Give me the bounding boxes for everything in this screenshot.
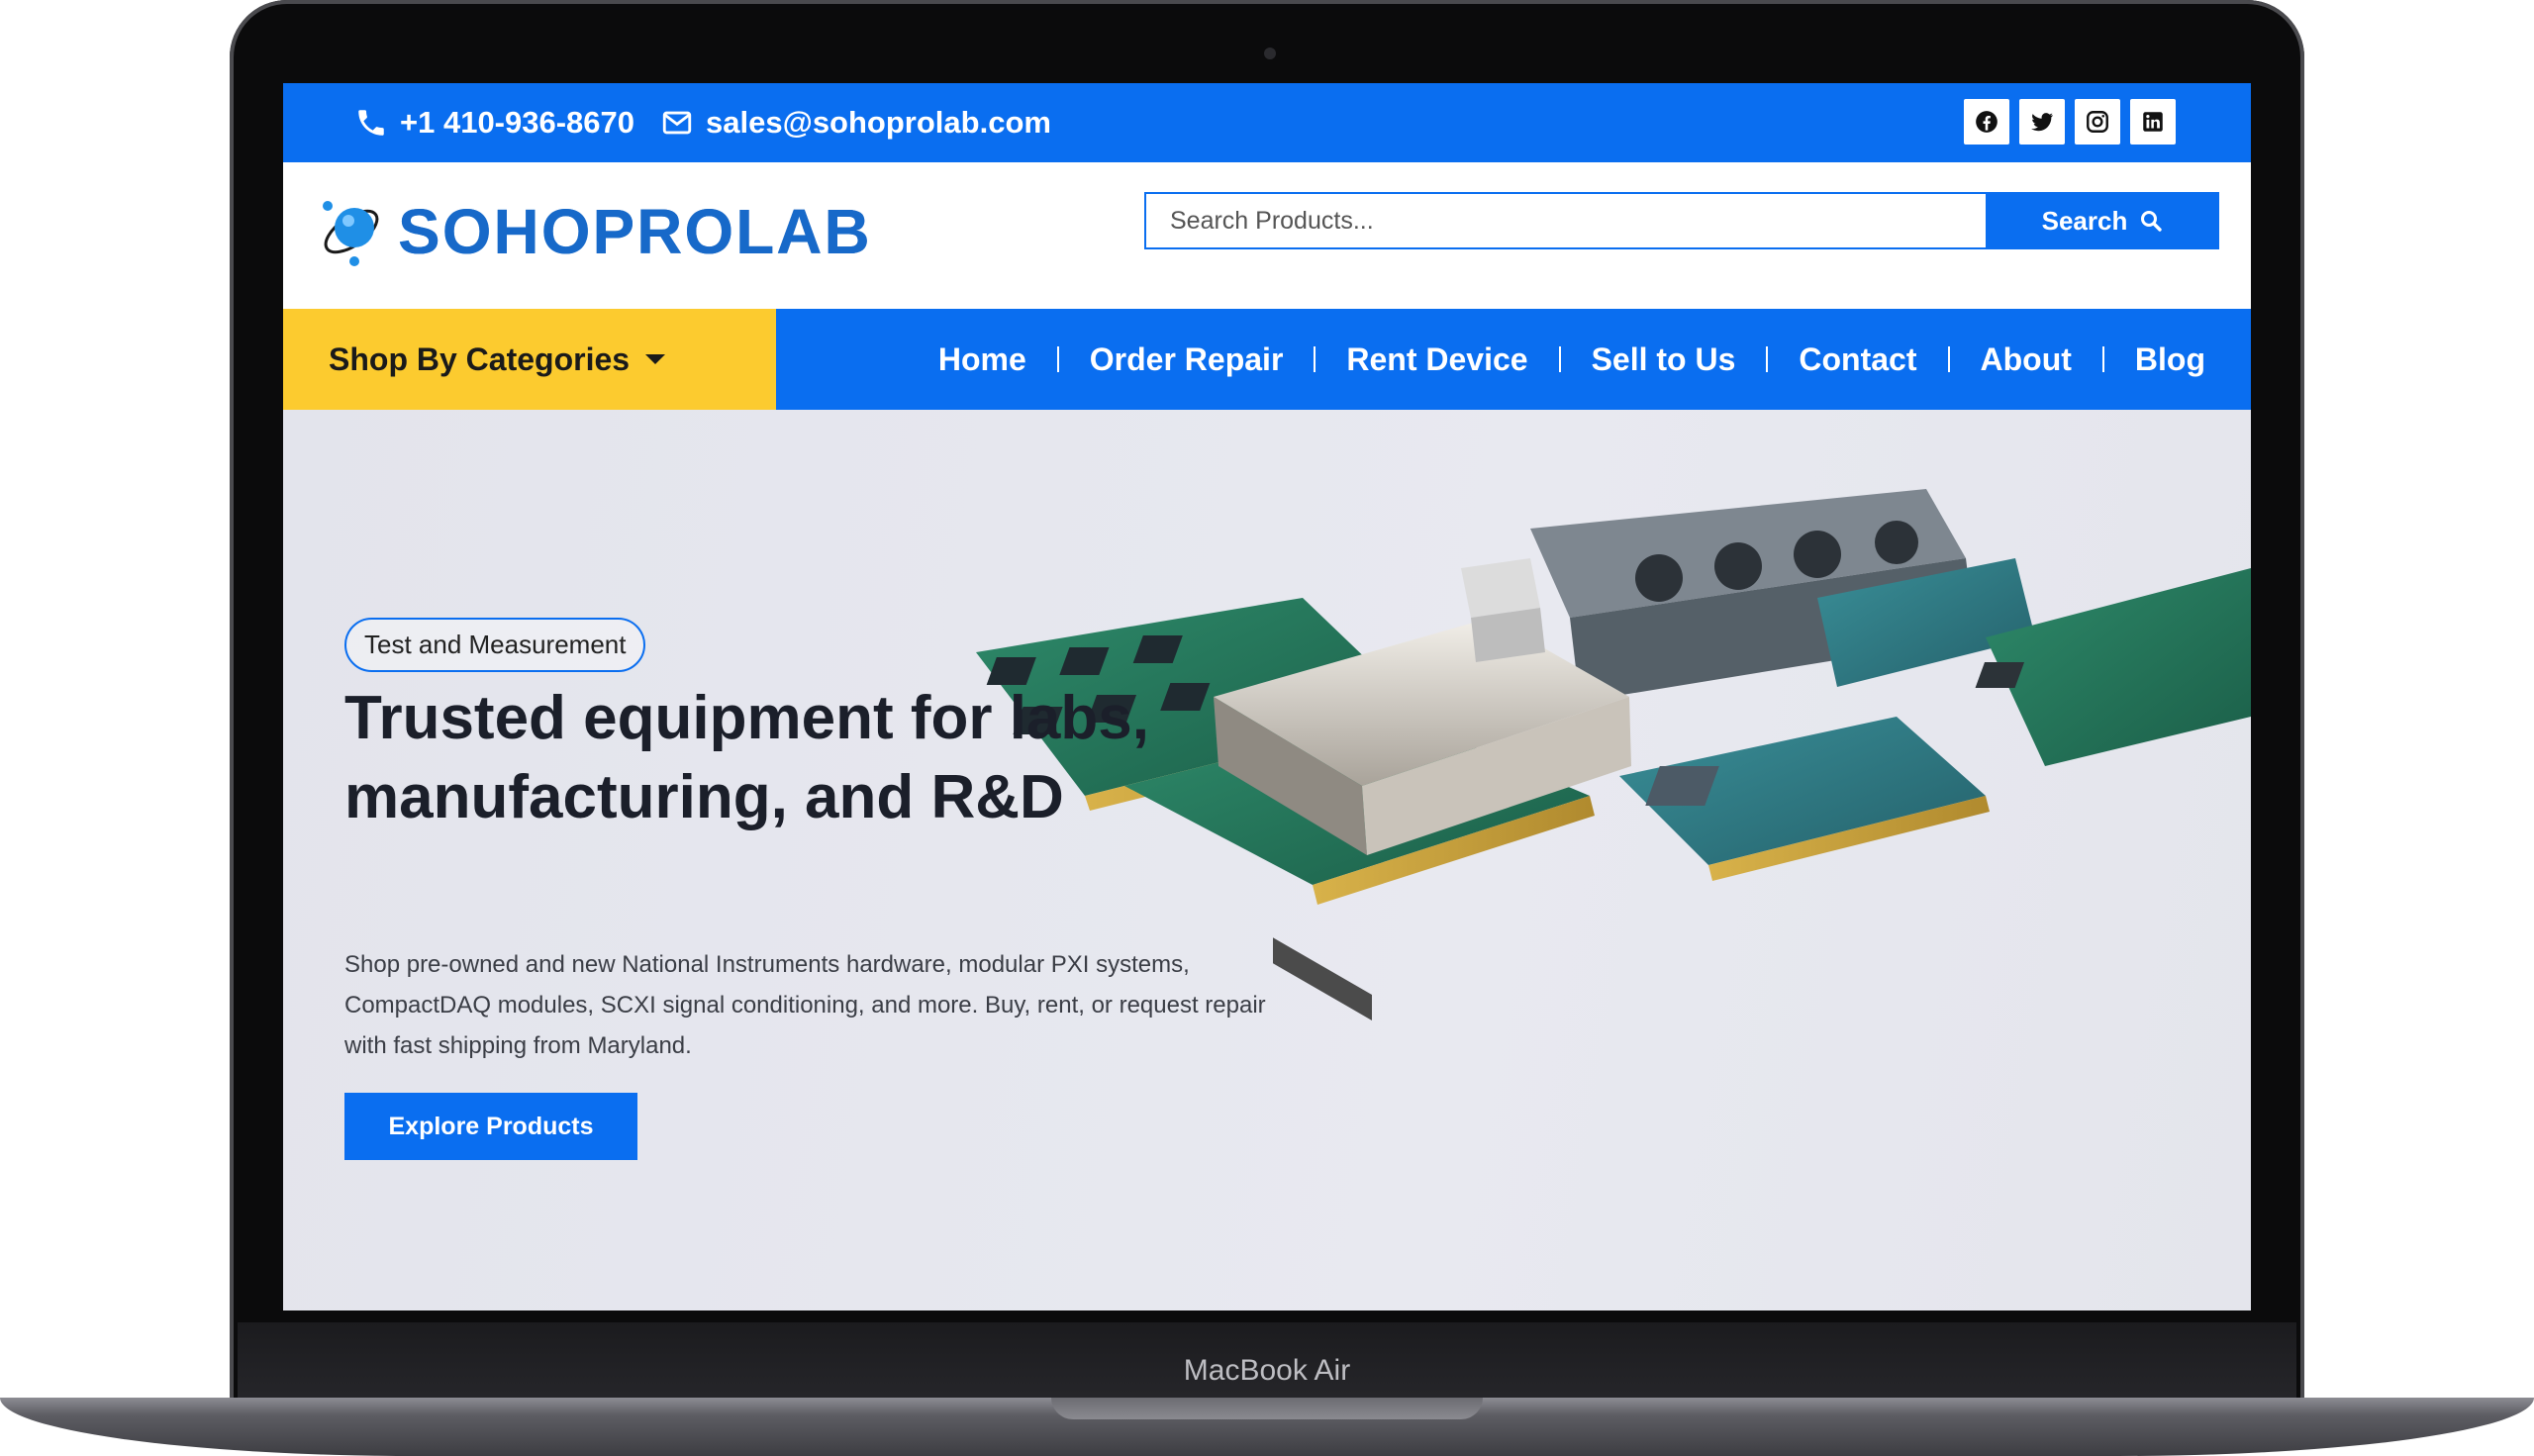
email-address[interactable]: sales@sohoprolab.com bbox=[706, 105, 1051, 141]
device-label: MacBook Air bbox=[1183, 1354, 1351, 1387]
search-button-label: Search bbox=[2041, 205, 2128, 236]
chevron-down-icon bbox=[645, 354, 666, 364]
nav-home[interactable]: Home bbox=[938, 341, 1026, 378]
categories-label: Shop By Categories bbox=[329, 340, 631, 377]
nav-sell-to-us[interactable]: Sell to Us bbox=[1592, 341, 1736, 378]
nav-rent-device[interactable]: Rent Device bbox=[1346, 341, 1527, 378]
search-icon bbox=[2141, 211, 2163, 232]
contact-info: +1 410-936-8670 sales@sohoprolab.com bbox=[354, 105, 1051, 141]
nav-separator bbox=[1558, 346, 1561, 372]
hero-description: Shop pre-owned and new National Instrume… bbox=[344, 951, 1266, 1059]
facebook-icon[interactable] bbox=[1964, 99, 2009, 145]
top-contact-bar: +1 410-936-8670 sales@sohoprolab.com bbox=[283, 83, 2251, 162]
shop-by-categories-dropdown[interactable]: Shop By Categories bbox=[283, 309, 776, 410]
nav-separator bbox=[1056, 346, 1059, 372]
nav-separator bbox=[2101, 346, 2104, 372]
phone-number[interactable]: +1 410-936-8670 bbox=[400, 105, 634, 141]
nav-links: Home Order Repair Rent Device Sell to Us… bbox=[938, 309, 2205, 410]
nav-contact[interactable]: Contact bbox=[1799, 341, 1916, 378]
search-bar: Search bbox=[1144, 192, 2219, 249]
logo-atom-icon bbox=[323, 201, 379, 266]
instagram-icon[interactable] bbox=[2075, 99, 2120, 145]
nav-order-repair[interactable]: Order Repair bbox=[1090, 341, 1284, 378]
mail-icon bbox=[662, 111, 692, 135]
nav-about[interactable]: About bbox=[1981, 341, 2072, 378]
nav-separator bbox=[1947, 346, 1950, 372]
logo-text: SOHOPROLAB bbox=[398, 196, 872, 267]
category-badge: Test and Measurement bbox=[344, 618, 646, 672]
search-button[interactable]: Search bbox=[1986, 192, 2219, 249]
nav-separator bbox=[1314, 346, 1316, 372]
headline-line-1: Trusted equipment for labs, bbox=[344, 684, 1149, 752]
search-input[interactable] bbox=[1144, 192, 1986, 249]
linkedin-icon[interactable] bbox=[2130, 99, 2176, 145]
main-navigation: Shop By Categories Home Order Repair Ren… bbox=[283, 309, 2251, 410]
headline-line-2: manufacturing, and R&D bbox=[344, 763, 1064, 831]
site-header: SOHOPROLAB Search bbox=[283, 162, 2251, 309]
nav-blog[interactable]: Blog bbox=[2135, 341, 2205, 378]
nav-separator bbox=[1766, 346, 1769, 372]
website-screen: +1 410-936-8670 sales@sohoprolab.com SOH… bbox=[283, 83, 2251, 1310]
hero-section: Test and Measurement Trusted equipment f… bbox=[283, 410, 2251, 1310]
laptop-hinge-notch bbox=[1051, 1398, 1483, 1419]
hero-headline: Trusted equipment for labs, manufacturin… bbox=[344, 679, 1334, 837]
twitter-icon[interactable] bbox=[2019, 99, 2065, 145]
explore-products-button[interactable]: Explore Products bbox=[344, 1093, 637, 1160]
social-links bbox=[1964, 99, 2176, 145]
site-logo[interactable]: SOHOPROLAB bbox=[315, 190, 872, 273]
phone-icon bbox=[358, 110, 384, 136]
camera-icon bbox=[1264, 48, 1276, 59]
